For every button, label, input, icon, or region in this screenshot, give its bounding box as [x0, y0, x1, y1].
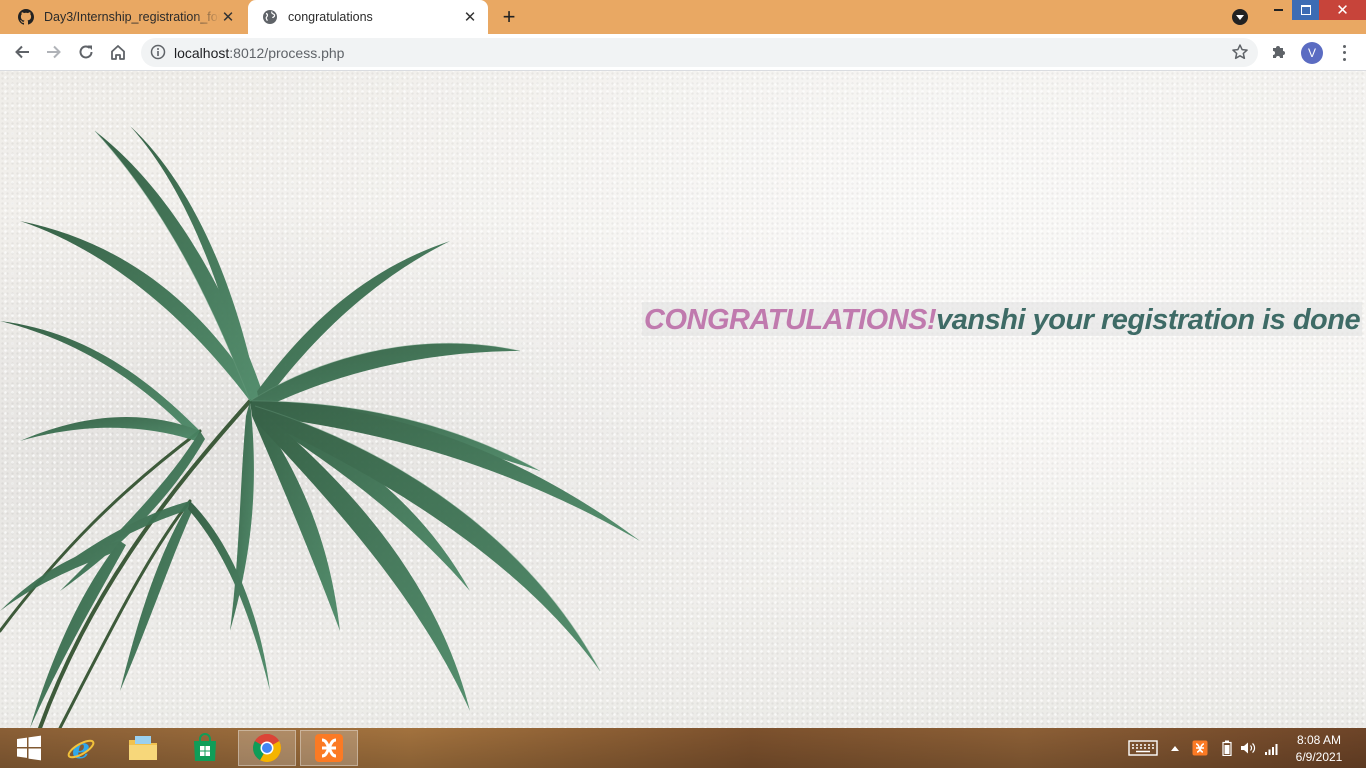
xampp-icon[interactable]: [300, 730, 358, 766]
start-icon[interactable]: [0, 730, 58, 766]
tab-title: congratulations: [288, 10, 373, 24]
address-bar[interactable]: localhost:8012/process.php: [141, 38, 1258, 67]
page-background: CONGRATULATIONS!vanshi your registration…: [0, 71, 1366, 728]
menu-kebab-icon[interactable]: [1338, 43, 1350, 63]
xampp-tray-icon[interactable]: [1190, 728, 1210, 768]
tab-search-icon[interactable]: [1232, 9, 1248, 25]
globe-icon: [262, 9, 278, 25]
battery-icon[interactable]: [1218, 728, 1236, 768]
info-icon[interactable]: [150, 44, 166, 60]
store-icon[interactable]: [176, 730, 234, 766]
clock-date: 6/9/2021: [1295, 750, 1343, 764]
windows-taskbar: e 8:08 AM 6/9/2021: [0, 728, 1366, 768]
home-icon[interactable]: [106, 40, 130, 64]
forward-arrow-icon[interactable]: [42, 40, 66, 64]
tab-github-repo[interactable]: Day3/Internship_registration_form ✕: [4, 0, 246, 34]
internet-explorer-icon[interactable]: e: [52, 730, 110, 766]
github-icon: [18, 9, 34, 25]
congratulations-heading: CONGRATULATIONS!: [644, 304, 937, 336]
close-tab-icon[interactable]: ✕: [220, 9, 236, 26]
close-window-button[interactable]: ✕: [1319, 0, 1366, 20]
bookmark-star-icon[interactable]: [1231, 43, 1249, 61]
browser-toolbar: localhost:8012/process.php V: [0, 34, 1366, 71]
new-tab-button[interactable]: +: [499, 4, 519, 29]
palm-plant-image: [0, 126, 640, 728]
chrome-icon[interactable]: [238, 730, 296, 766]
system-clock[interactable]: 8:08 AM 6/9/2021: [1290, 732, 1348, 766]
url-host: localhost: [174, 45, 230, 61]
keyboard-icon[interactable]: [1126, 728, 1160, 768]
tab-congratulations[interactable]: congratulations ✕: [248, 0, 488, 34]
reload-icon[interactable]: [74, 40, 98, 64]
url-text[interactable]: localhost:8012/process.php: [174, 45, 344, 61]
restore-button[interactable]: [1292, 0, 1319, 20]
registration-status-text: vanshi your registration is done: [936, 304, 1361, 336]
url-path: :8012/process.php: [229, 45, 345, 61]
minimize-button[interactable]: [1264, 0, 1292, 20]
file-explorer-icon[interactable]: [114, 730, 172, 766]
speaker-icon[interactable]: [1239, 728, 1257, 768]
network-signal-icon[interactable]: [1262, 728, 1282, 768]
tab-title: Day3/Internship_registration_form: [44, 10, 220, 24]
registration-message: CONGRATULATIONS!vanshi your registration…: [642, 302, 1363, 336]
extensions-puzzle-icon[interactable]: [1270, 43, 1288, 61]
close-tab-icon[interactable]: ✕: [462, 9, 478, 26]
chevron-up-icon[interactable]: [1166, 728, 1184, 768]
tab-strip: Day3/Internship_registration_form ✕ cong…: [0, 0, 1366, 34]
clock-time: 8:08 AM: [1296, 733, 1342, 747]
back-arrow-icon[interactable]: [10, 40, 34, 64]
profile-avatar[interactable]: V: [1301, 42, 1323, 64]
